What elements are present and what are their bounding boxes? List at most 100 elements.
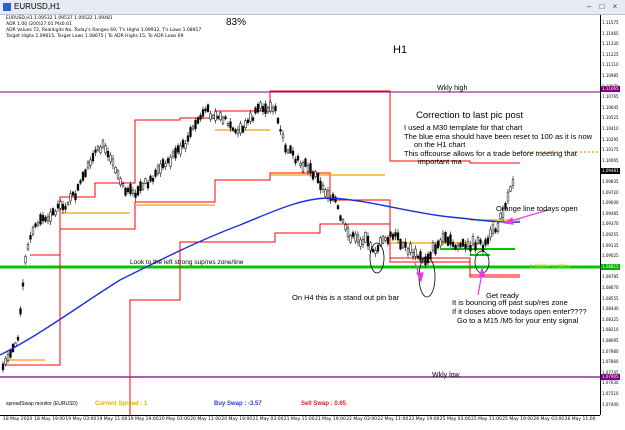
candle-body (134, 192, 137, 198)
candle-body (239, 123, 242, 134)
price-tick-label: 1.08555 (602, 295, 619, 301)
price-tick-label: 1.09025 (602, 253, 619, 259)
candle-body (271, 107, 275, 112)
candle-body (124, 187, 127, 196)
support-right-label: 1.08815 / 1.0881x (530, 264, 571, 270)
candle-body (434, 244, 437, 255)
candle-body (479, 239, 482, 244)
candle-body (446, 236, 450, 246)
candle-body (376, 245, 380, 252)
price-chart[interactable] (0, 15, 600, 415)
candle-body (264, 103, 267, 114)
candle-body (436, 240, 440, 249)
candle-body (54, 210, 57, 216)
candle-body (374, 250, 377, 254)
candle-body (354, 233, 357, 242)
time-tick-label: 19 May 11:00 (96, 417, 128, 422)
candle-body (44, 216, 47, 222)
candle-body (301, 162, 305, 173)
candle-body (201, 109, 205, 117)
price-highlight-support: 1.08815 (601, 264, 620, 270)
candle-body (106, 151, 110, 158)
price-tick-label: 1.08670 (602, 285, 619, 290)
candle-body (154, 169, 157, 177)
candle-body (269, 102, 272, 112)
price-tick-label: 1.11225 (602, 51, 619, 57)
correction-title: Correction to last pic post (416, 110, 524, 121)
price-tick-label: 1.09600 (602, 200, 619, 206)
price-tick-label: 1.10765 (602, 94, 619, 100)
candle-body (251, 117, 255, 121)
candle-body (304, 158, 307, 167)
candle-body (381, 235, 385, 244)
time-tick-label: 25 May 11:00 (471, 417, 502, 422)
candle-body (101, 140, 105, 148)
minimize-icon[interactable]: – (584, 2, 594, 12)
candle-body (151, 178, 155, 182)
candle-body (171, 151, 175, 157)
candle-body (351, 232, 355, 237)
time-tick-label: 18 May 19:00 (34, 417, 66, 422)
candle-body (104, 145, 107, 154)
candle-body (79, 180, 82, 184)
candle-body (491, 224, 495, 234)
price-highlight-weekly-high: 1.11065 (601, 86, 620, 92)
price-tick-label: 1.11465 (602, 30, 619, 36)
candle-body (306, 165, 310, 172)
price-tick-label: 1.07860 (602, 359, 619, 365)
candle-body (391, 233, 395, 240)
candle-body (469, 244, 472, 252)
price-tick-label: 1.08095 (602, 338, 619, 343)
candle-body (166, 158, 170, 163)
candle-body (206, 104, 210, 112)
candle-body (226, 122, 230, 126)
weekly-high-label: Wkly high (437, 85, 468, 92)
candle-body (141, 183, 145, 190)
candle-body (114, 167, 117, 174)
candle-body (439, 239, 442, 247)
candle-body (119, 178, 122, 186)
percent-label: 83% (226, 17, 247, 28)
candle-body (34, 223, 37, 228)
price-tick-label: 1.11330 (602, 41, 619, 47)
candle-body (366, 235, 370, 247)
candle-body (289, 145, 292, 154)
time-tick-label: 20 May 11:00 (190, 417, 222, 422)
candle-body (69, 193, 72, 202)
candle-body (161, 159, 165, 169)
time-tick-label: 21 May 19:00 (315, 417, 346, 422)
candle-body (314, 171, 317, 178)
price-tick-label: 1.07980 (602, 348, 619, 354)
candle-body (131, 189, 135, 194)
price-tick-label: 1.10985 (602, 73, 619, 78)
candle-body (509, 186, 512, 192)
candle-body (344, 224, 347, 230)
candle-body (356, 234, 360, 243)
candle-body (331, 193, 335, 201)
candle-body (419, 251, 422, 261)
bounce-line-2: If it closes above todays open enter???? (452, 307, 587, 316)
chart-window: EURUSD,H1 – □ × EURUSD,H1 1.09532 1.0953… (0, 0, 625, 430)
candle-body (401, 242, 405, 249)
candle-body (349, 234, 352, 243)
price-tick-label: 1.09370 (602, 221, 619, 227)
candle-body (279, 128, 282, 132)
price-tick-label: 1.07510 (602, 391, 619, 396)
candle-body (361, 238, 365, 245)
candle-body (459, 242, 462, 248)
maximize-icon[interactable]: □ (597, 2, 607, 12)
candle-body (461, 239, 465, 247)
candle-body (231, 127, 235, 131)
adr-lower-line (129, 223, 520, 415)
candle-body (449, 234, 452, 245)
buy-swap: Buy Swap : -3.57 (214, 401, 262, 407)
candle-body (481, 245, 485, 252)
candle-body (384, 237, 387, 241)
candle-body (476, 237, 480, 244)
close-icon[interactable]: × (610, 2, 620, 12)
candle-body (431, 242, 435, 251)
candle-body (74, 193, 77, 201)
candle-body (346, 227, 350, 237)
candle-body (474, 242, 477, 251)
candle-body (444, 232, 447, 243)
